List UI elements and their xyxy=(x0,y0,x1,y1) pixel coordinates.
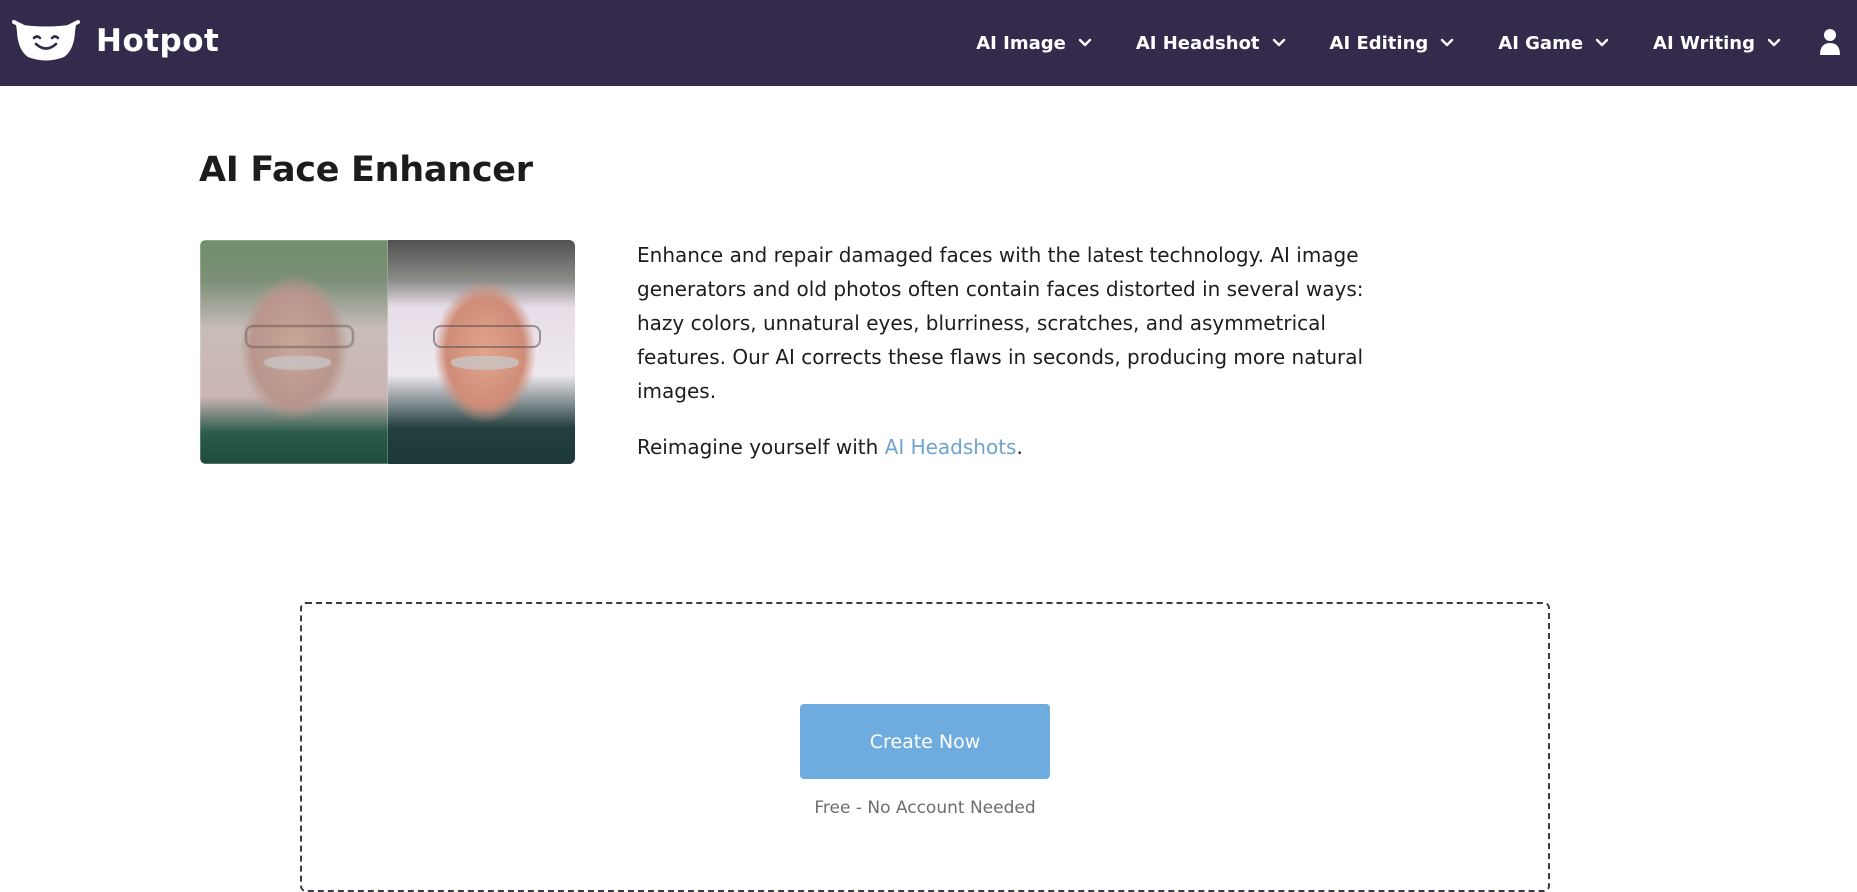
before-face-image xyxy=(200,240,388,464)
nav-item-label: AI Writing xyxy=(1653,32,1755,54)
chevron-down-icon xyxy=(1441,38,1454,47)
chevron-down-icon xyxy=(1272,38,1285,47)
chevron-down-icon xyxy=(1595,38,1609,47)
brand-name: Hotpot xyxy=(96,23,220,59)
description-line: hazy colors, unnatural eyes, blurriness,… xyxy=(637,311,1326,335)
create-now-button[interactable]: Create Now xyxy=(800,704,1050,779)
description-line: generators and old photos often contain … xyxy=(637,277,1364,301)
nav-item-label: AI Image xyxy=(976,32,1066,54)
after-face-image xyxy=(387,240,575,464)
free-note: Free - No Account Needed xyxy=(814,798,1036,818)
ai-headshots-link[interactable]: AI Headshots xyxy=(885,435,1017,459)
reimagine-text: Reimagine yourself with AI Headshots. xyxy=(637,430,1023,464)
nav-item-label: AI Game xyxy=(1498,32,1584,54)
nav-item-label: AI Headshot xyxy=(1135,32,1260,54)
brand-home-link[interactable]: Hotpot xyxy=(12,20,219,62)
user-icon[interactable] xyxy=(1819,28,1841,56)
reimagine-prefix: Reimagine yourself with xyxy=(637,435,885,459)
nav-item-ai-game[interactable]: AI Game xyxy=(1498,33,1609,54)
description-paragraph: Enhance and repair damaged faces with th… xyxy=(637,238,1367,408)
smiling-pot-logo-icon xyxy=(12,20,80,61)
top-navigation-bar: Hotpot AI Image AI Headshot AI Editing A… xyxy=(0,0,1857,86)
main-nav: AI Image AI Headshot AI Editing AI Game … xyxy=(976,0,1781,86)
nav-item-label: AI Editing xyxy=(1329,32,1429,54)
reimagine-suffix: . xyxy=(1016,435,1023,459)
nav-item-ai-writing[interactable]: AI Writing xyxy=(1653,33,1781,54)
before-after-face-image xyxy=(200,240,575,464)
description-line: Enhance and repair damaged faces with th… xyxy=(637,243,1359,267)
nav-item-ai-headshot[interactable]: AI Headshot xyxy=(1136,33,1286,54)
chevron-down-icon xyxy=(1078,38,1092,47)
description-line: features. Our AI corrects these flaws in… xyxy=(637,345,1364,369)
nav-item-ai-editing[interactable]: AI Editing xyxy=(1330,33,1455,54)
page-title: AI Face Enhancer xyxy=(199,150,533,190)
nav-item-ai-image[interactable]: AI Image xyxy=(976,33,1092,54)
chevron-down-icon xyxy=(1767,38,1781,47)
description-line: images. xyxy=(637,379,717,403)
